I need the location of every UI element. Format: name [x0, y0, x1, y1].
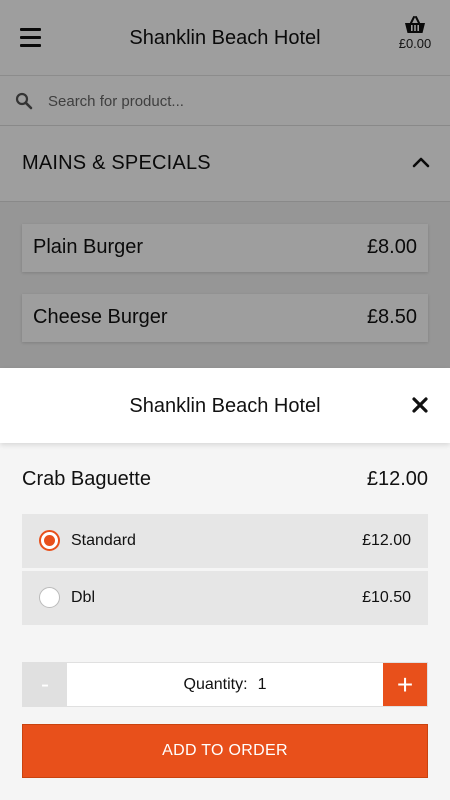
option-list: Standard £12.00 Dbl £10.50 — [22, 514, 428, 628]
option-price: £12.00 — [362, 532, 411, 549]
quantity-value: 1 — [257, 676, 267, 693]
item-price: £12.00 — [366, 468, 428, 490]
quantity-stepper: - Quantity: 1 + — [22, 662, 428, 707]
option-price: £10.50 — [362, 589, 411, 606]
option-dbl[interactable]: Dbl £10.50 — [22, 571, 428, 625]
increase-quantity-button[interactable]: + — [383, 663, 427, 706]
selected-item-row: Crab Baguette £12.00 — [22, 468, 428, 492]
quantity-label: Quantity: — [183, 676, 248, 693]
sheet-header: Shanklin Beach Hotel — [0, 368, 450, 443]
add-to-order-button[interactable]: ADD TO ORDER — [22, 724, 428, 778]
decrease-quantity-button[interactable]: - — [23, 663, 67, 706]
close-icon[interactable] — [412, 397, 428, 413]
option-standard[interactable]: Standard £12.00 — [22, 514, 428, 568]
option-label: Standard — [71, 532, 136, 549]
radio-selected[interactable] — [39, 530, 60, 551]
quantity-display: Quantity: 1 — [67, 676, 383, 694]
product-options-sheet: Shanklin Beach Hotel Crab Baguette £12.0… — [0, 368, 450, 800]
sheet-title: Shanklin Beach Hotel — [129, 395, 321, 417]
item-name: Crab Baguette — [22, 468, 151, 490]
option-label: Dbl — [71, 589, 96, 606]
radio-unselected[interactable] — [39, 587, 60, 608]
